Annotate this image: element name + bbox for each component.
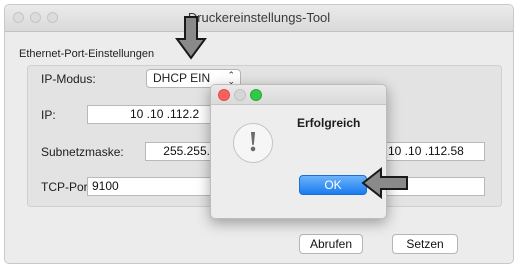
dialog-zoom-button[interactable]	[250, 89, 262, 101]
title-bar: Druckereinstellungs-Tool	[5, 5, 513, 32]
gateway-input[interactable]: 10 .10 .112.58	[383, 142, 485, 161]
tcp-port-input[interactable]: 9100	[87, 177, 227, 196]
ok-button[interactable]: OK	[299, 175, 367, 195]
dialog-minimize-button[interactable]	[234, 89, 246, 101]
arrow-down-icon	[175, 16, 207, 60]
dialog-close-button[interactable]	[218, 89, 230, 101]
dialog-title-bar	[211, 85, 386, 105]
window-title: Druckereinstellungs-Tool	[187, 10, 331, 25]
fetch-button[interactable]: Abrufen	[299, 234, 363, 254]
dialog-message: Erfolgreich	[297, 116, 361, 130]
ip-label: IP:	[41, 108, 56, 122]
group-label: Ethernet-Port-Einstellungen	[19, 48, 155, 60]
arrow-left-icon	[361, 167, 408, 199]
ip-mode-value: DHCP EIN	[153, 71, 211, 85]
ip-input[interactable]: 10 .10 .112.2	[87, 105, 227, 124]
chevron-updown-icon: ⌃ ⌄	[227, 70, 235, 86]
ip-mode-label: IP-Modus:	[41, 72, 96, 86]
subnet-label: Subnetzmaske:	[41, 145, 124, 159]
set-button[interactable]: Setzen	[392, 234, 458, 254]
exclamation-icon: !	[233, 123, 273, 163]
